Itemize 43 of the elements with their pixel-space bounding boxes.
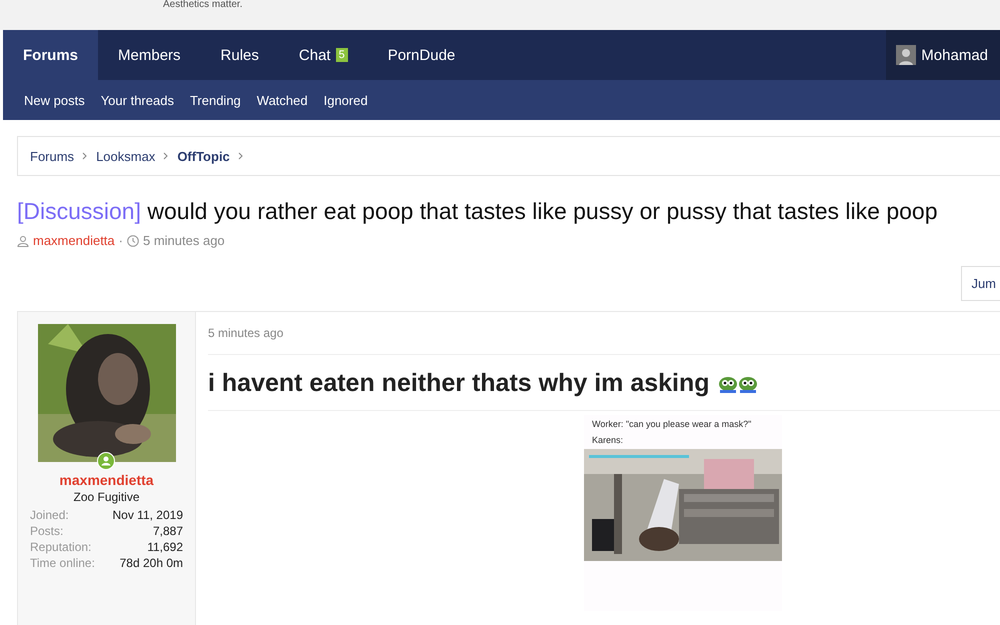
subnav-link[interactable]: Your threads [100, 92, 174, 108]
chevron-icon [238, 152, 244, 160]
nav-tab[interactable]: PornDude [368, 30, 476, 80]
frog-emoji-icon [738, 374, 758, 392]
chevron-icon [82, 152, 88, 160]
breadcrumb-link[interactable]: Looksmax [96, 148, 156, 164]
post-headline: i havent eaten neither thats why im asking [208, 369, 710, 398]
nav-tab[interactable]: Rules [200, 30, 279, 80]
breadcrumb-link[interactable]: Forums [30, 148, 74, 164]
stat-label: Reputation: [30, 540, 92, 554]
user-menu[interactable]: Mohamad [886, 30, 1000, 80]
stat-label: Posts: [30, 524, 64, 538]
stat-value: 78d 20h 0m [118, 556, 183, 570]
avatar-icon [896, 45, 916, 65]
nav-tab[interactable]: Chat 5 [278, 30, 368, 80]
count-badge: 5 [336, 48, 348, 62]
poster-name[interactable]: maxmendietta [59, 472, 154, 488]
stat-value: Nov 11, 2019 [112, 508, 183, 522]
nav-tab[interactable]: Forums [3, 30, 98, 80]
jump-button[interactable]: Jum [961, 266, 1000, 301]
site-tagline: Aesthetics matter. [163, 0, 242, 10]
subnav-link[interactable]: New posts [24, 92, 85, 108]
author-link[interactable]: maxmendietta [33, 233, 115, 248]
nav-tab[interactable]: Members [98, 30, 201, 80]
image-caption: Worker: "can you please wear a mask?" [591, 418, 752, 431]
stat-label: Joined: [30, 508, 70, 522]
stat-label: Time online: [30, 556, 95, 570]
chevron-icon [163, 152, 170, 160]
thread-time: 5 minutes ago [143, 233, 225, 248]
breadcrumb-link[interactable]: OffTopic [177, 148, 230, 164]
image-caption: Karens: [591, 434, 624, 447]
frog-emoji-icon [718, 374, 738, 392]
subnav-link[interactable]: Ignored [324, 92, 368, 108]
post-time: 5 minutes ago [208, 326, 1000, 355]
subnav-link[interactable]: Trending [190, 92, 241, 108]
separator-dot: · [118, 233, 123, 248]
user-title: Zoo Fugitive [73, 490, 140, 504]
stat-value: 7,887 [152, 524, 183, 538]
thread-title: [Discussion] would you rather eat poop that tastes like pussy or pussy that tastes like poop [17, 198, 938, 225]
subnav-link[interactable]: Watched [256, 92, 308, 108]
stat-value: 11,692 [146, 540, 183, 554]
clock-icon [127, 234, 139, 246]
user-icon [17, 234, 29, 246]
